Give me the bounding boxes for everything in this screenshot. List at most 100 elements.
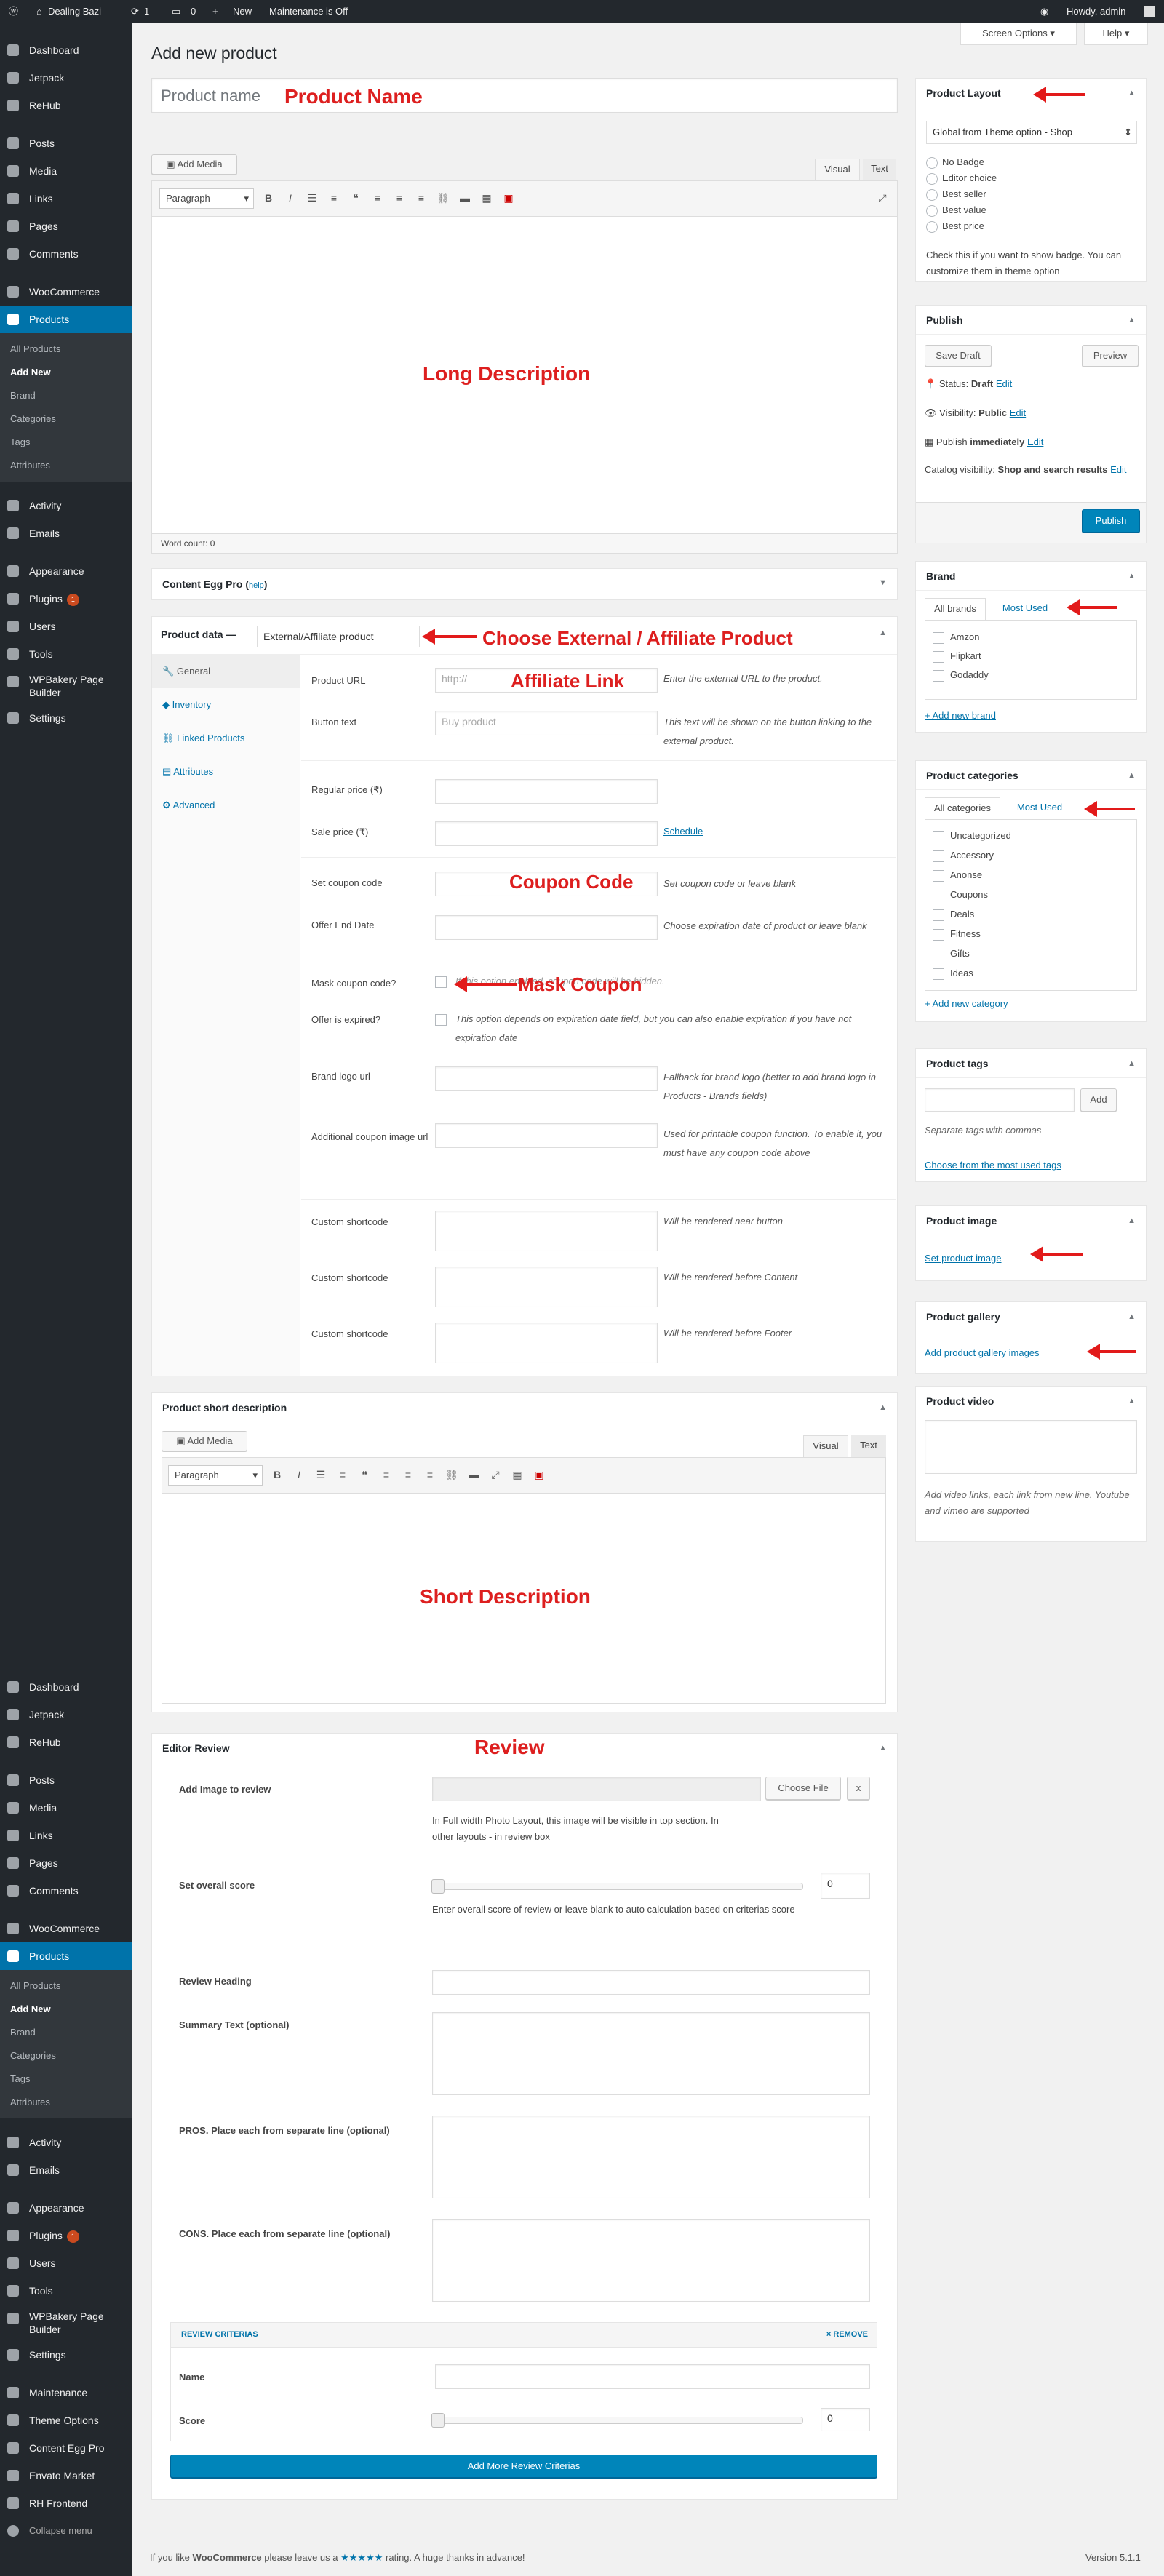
sidebar-item-content-egg[interactable]: Content Egg Pro xyxy=(0,2434,132,2462)
submenu-brand[interactable]: Brand xyxy=(0,384,132,407)
tab-most-used-categories[interactable]: Most Used xyxy=(1003,797,1076,819)
tab-visual[interactable]: Visual xyxy=(815,159,860,180)
sidebar-item-settings[interactable]: Settings xyxy=(0,2341,132,2369)
brand-item[interactable]: Godaddy xyxy=(933,666,1129,685)
sidebar-item-envato[interactable]: Envato Market xyxy=(0,2462,132,2489)
submenu-all-products[interactable]: All Products xyxy=(0,1974,132,1998)
category-item[interactable]: Fitness xyxy=(933,924,1129,944)
radio-no-badge[interactable]: No Badge xyxy=(926,154,997,170)
collapse-icon[interactable]: ▲ xyxy=(1128,1206,1136,1235)
sidebar-item-plugins[interactable]: Plugins 1 xyxy=(0,2222,132,2249)
coupon-image-input[interactable] xyxy=(435,1123,658,1148)
align-left-icon[interactable]: ≡ xyxy=(370,191,385,205)
bullet-list-icon[interactable]: ☰ xyxy=(314,1467,328,1482)
comments-icon[interactable]: ▭ xyxy=(172,0,180,23)
sidebar-item-woocommerce[interactable]: WooCommerce xyxy=(0,1915,132,1942)
criteria-score-input[interactable]: 0 xyxy=(821,2408,870,2431)
sidebar-item-tools[interactable]: Tools xyxy=(0,2277,132,2305)
howdy-admin[interactable]: Howdy, admin xyxy=(1067,0,1125,23)
tab-attributes[interactable]: ▤ Attributes xyxy=(152,755,300,789)
blockquote-icon[interactable]: ❝ xyxy=(357,1467,372,1482)
align-center-icon[interactable]: ≡ xyxy=(401,1467,415,1482)
sidebar-item-media[interactable]: Media xyxy=(0,157,132,185)
radio-best-value[interactable]: Best value xyxy=(926,202,997,218)
tab-linked-products[interactable]: ⛓ Linked Products xyxy=(152,722,300,755)
product-layout-header[interactable]: Product Layout ▲ xyxy=(916,79,1146,108)
tab-all-brands[interactable]: All brands xyxy=(925,598,986,620)
choose-file-button[interactable]: Choose File xyxy=(765,1777,841,1800)
mask-coupon-checkbox[interactable] xyxy=(435,976,447,988)
comments-count[interactable]: 0 xyxy=(191,0,196,23)
submenu-tags[interactable]: Tags xyxy=(0,2067,132,2091)
sidebar-item-rehub[interactable]: ReHub xyxy=(0,1728,132,1756)
tab-most-used-brands[interactable]: Most Used xyxy=(989,598,1061,620)
submenu-categories[interactable]: Categories xyxy=(0,407,132,431)
offer-end-input[interactable] xyxy=(435,915,658,940)
sidebar-item-emails[interactable]: Emails xyxy=(0,519,132,547)
summary-textarea[interactable] xyxy=(432,2012,870,2095)
button-text-input[interactable]: Buy product xyxy=(435,711,658,735)
sidebar-item-posts[interactable]: Posts xyxy=(0,1766,132,1794)
submenu-all-products[interactable]: All Products xyxy=(0,338,132,361)
publish-header[interactable]: Publish ▲ xyxy=(916,306,1146,335)
content-egg-help-link[interactable]: help xyxy=(249,581,264,590)
sidebar-item-users[interactable]: Users xyxy=(0,613,132,640)
pros-textarea[interactable] xyxy=(432,2116,870,2198)
sidebar-item-dashboard[interactable]: Dashboard xyxy=(0,36,132,64)
tab-advanced[interactable]: ⚙ Advanced xyxy=(152,789,300,822)
sidebar-item-users[interactable]: Users xyxy=(0,2249,132,2277)
edit-visibility-link[interactable]: Edit xyxy=(1010,407,1026,418)
remove-criteria-button[interactable]: × REMOVE xyxy=(826,2330,868,2339)
paragraph-select[interactable]: Paragraph ▾ xyxy=(159,188,254,209)
product-name-input[interactable]: Product name Product Name xyxy=(151,78,898,113)
wordpress-logo-icon[interactable]: ⓦ xyxy=(9,0,18,23)
tab-text[interactable]: Text xyxy=(863,159,896,180)
tab-inventory[interactable]: ◆ Inventory xyxy=(152,688,300,722)
add-new-brand-link[interactable]: + Add new brand xyxy=(925,710,996,721)
avatar[interactable] xyxy=(1144,6,1155,17)
bold-icon[interactable]: B xyxy=(261,191,276,205)
collapse-menu[interactable]: Collapse menu xyxy=(0,2517,132,2545)
sidebar-item-media[interactable]: Media xyxy=(0,1794,132,1822)
sidebar-item-appearance[interactable]: Appearance xyxy=(0,2194,132,2222)
submenu-attributes[interactable]: Attributes xyxy=(0,2091,132,2114)
category-item[interactable]: Gifts xyxy=(933,944,1129,963)
sidebar-item-posts[interactable]: Posts xyxy=(0,129,132,157)
add-new-category-link[interactable]: + Add new category xyxy=(925,998,1008,1009)
screen-options-button[interactable]: Screen Options ▾ xyxy=(960,23,1077,45)
shortcode-textarea[interactable] xyxy=(435,1323,658,1363)
sidebar-item-theme-options[interactable]: Theme Options xyxy=(0,2406,132,2434)
sidebar-item-links[interactable]: Links xyxy=(0,1822,132,1849)
read-more-icon[interactable]: ▬ xyxy=(458,191,472,205)
radio-best-seller[interactable]: Best seller xyxy=(926,186,997,202)
italic-icon[interactable]: I xyxy=(292,1467,306,1482)
collapse-icon[interactable]: ▲ xyxy=(879,1734,887,1763)
product-video-header[interactable]: Product video ▲ xyxy=(916,1387,1146,1416)
shortcode-textarea[interactable] xyxy=(435,1267,658,1307)
short-description-header[interactable]: Product short description ▲ xyxy=(152,1393,897,1422)
sidebar-item-products[interactable]: Products xyxy=(0,1942,132,1970)
sidebar-item-pages[interactable]: Pages xyxy=(0,212,132,240)
link-icon[interactable]: ⛓ xyxy=(445,1467,459,1482)
toolbar-toggle-icon[interactable]: ▦ xyxy=(479,191,494,205)
collapse-icon[interactable]: ▲ xyxy=(1128,79,1136,108)
collapse-icon[interactable]: ▲ xyxy=(1128,1049,1136,1078)
align-left-icon[interactable]: ≡ xyxy=(379,1467,394,1482)
fullscreen-icon[interactable]: ⤢ xyxy=(875,191,890,205)
category-item[interactable]: Uncategorized xyxy=(933,826,1129,845)
edit-catalog-link[interactable]: Edit xyxy=(1110,464,1126,475)
collapse-icon[interactable]: ▲ xyxy=(1128,1302,1136,1331)
read-more-icon[interactable]: ▬ xyxy=(466,1467,481,1482)
criteria-score-slider[interactable] xyxy=(431,2413,803,2428)
bold-icon[interactable]: B xyxy=(270,1467,284,1482)
sidebar-item-rehub[interactable]: ReHub xyxy=(0,92,132,119)
shortcode-icon[interactable]: ▣ xyxy=(532,1467,546,1482)
sidebar-item-links[interactable]: Links xyxy=(0,185,132,212)
category-item[interactable]: Deals xyxy=(933,904,1129,924)
regular-price-input[interactable] xyxy=(435,779,658,804)
overall-score-slider[interactable] xyxy=(431,1879,803,1894)
clear-image-button[interactable]: x xyxy=(847,1777,870,1800)
align-right-icon[interactable]: ≡ xyxy=(414,191,428,205)
new-link[interactable]: New xyxy=(233,0,252,23)
product-gallery-header[interactable]: Product gallery ▲ xyxy=(916,1302,1146,1331)
